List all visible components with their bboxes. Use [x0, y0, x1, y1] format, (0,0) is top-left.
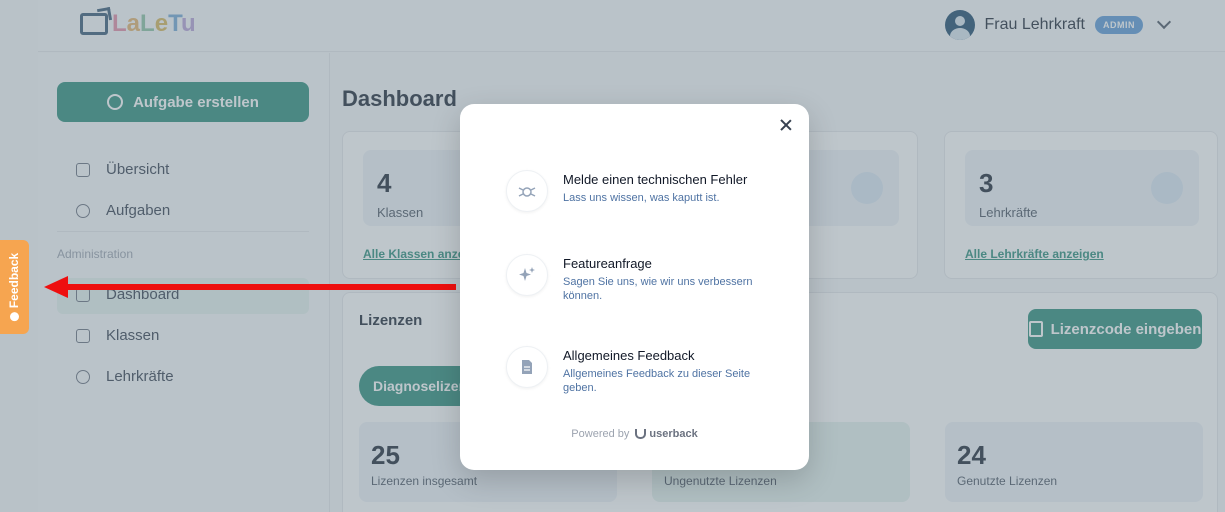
option-report-bug[interactable]: Melde einen technischen Fehler Lass uns …	[506, 170, 796, 230]
feedback-tab-label: Feedback	[7, 253, 21, 322]
option-feature-request[interactable]: Featureanfrage Sagen Sie uns, wie wir un…	[506, 254, 796, 314]
sparkle-icon	[506, 254, 548, 296]
userback-brand: userback	[635, 428, 698, 440]
option-title: Featureanfrage	[563, 256, 652, 271]
option-description: Sagen Sie uns, wie wir uns verbessern kö…	[563, 276, 753, 303]
document-icon	[506, 346, 548, 388]
option-title: Melde einen technischen Fehler	[563, 172, 748, 187]
option-title: Allgemeines Feedback	[563, 348, 695, 363]
bug-icon	[506, 170, 548, 212]
option-description: Lass uns wissen, was kaputt ist.	[563, 192, 720, 204]
powered-by[interactable]: Powered by userback	[460, 428, 809, 440]
userback-logo-icon	[635, 429, 647, 439]
red-arrow-annotation	[44, 276, 456, 298]
close-icon[interactable]	[779, 118, 793, 132]
arrow-head	[44, 276, 68, 298]
option-description: Allgemeines Feedback zu dieser Seite geb…	[563, 368, 751, 395]
feedback-icon	[9, 312, 19, 322]
feedback-tab[interactable]: Feedback	[0, 240, 29, 334]
option-general-feedback[interactable]: Allgemeines Feedback Allgemeines Feedbac…	[506, 346, 796, 406]
feedback-modal: Melde einen technischen Fehler Lass uns …	[460, 104, 809, 470]
